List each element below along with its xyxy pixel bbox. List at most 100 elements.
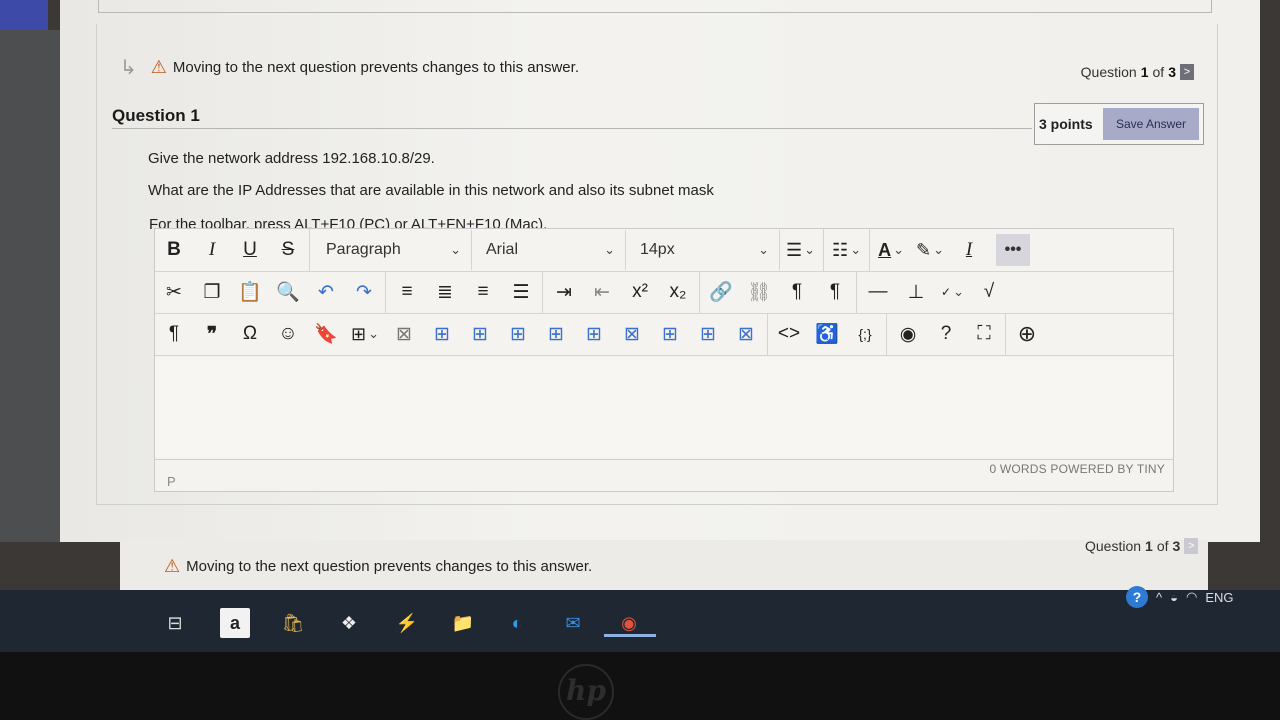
blockquote-icon[interactable]: ❞ <box>193 316 231 352</box>
bold-button[interactable]: B <box>155 232 193 268</box>
font-size-select[interactable]: 14px ⌄ <box>626 230 780 270</box>
table-merge-cells-icon[interactable]: ⊞ <box>651 316 689 352</box>
toolbar-row-2: ✂ ❐ 📋 🔍 ↶ ↷ ≡ ≣ ≡ ☰ ⇥ ⇤ x² x₂ 🔗 ⛓ ¶ ¶ — … <box>155 271 1173 314</box>
underline-button[interactable]: U <box>231 232 269 268</box>
language-indicator[interactable]: ENG <box>1205 590 1233 605</box>
store-icon[interactable]: 🛍 <box>278 608 308 638</box>
chevron-down-icon: ⌄ <box>368 326 379 341</box>
rtl-direction-icon[interactable]: ¶ <box>816 274 854 310</box>
spellcheck-icon: ✓ <box>941 285 952 299</box>
table-split-cell-icon[interactable]: ⊞ <box>689 316 727 352</box>
highlight-color-button[interactable]: ✎ ⌄ <box>910 240 950 261</box>
table-row-after-icon[interactable]: ⊞ <box>461 316 499 352</box>
question-counter-prefix: Question <box>1080 64 1137 80</box>
editor-content-area[interactable] <box>155 357 1173 457</box>
table-delete-row-icon[interactable]: ⊞ <box>499 316 537 352</box>
cut-icon[interactable]: ✂ <box>155 274 193 310</box>
link-icon[interactable]: 🔗 <box>702 274 740 310</box>
help-icon[interactable]: ? <box>927 316 965 352</box>
wifi-icon[interactable]: ◠ <box>1186 589 1197 605</box>
browser-side-margin <box>0 30 60 542</box>
next-question-button[interactable]: > <box>1180 64 1194 80</box>
numbered-list-button[interactable]: ☷ ⌄ <box>826 240 867 261</box>
toolbar-separator <box>823 229 825 271</box>
edge-browser-icon[interactable]: ◐ <box>502 608 532 638</box>
italic-button[interactable]: I <box>193 232 231 268</box>
table-row-before-icon[interactable]: ⊞ <box>423 316 461 352</box>
spellcheck-button[interactable]: ✓ ⌄ <box>935 284 970 300</box>
power-automate-icon[interactable]: ⚡ <box>392 608 422 638</box>
element-path[interactable]: P <box>167 474 176 489</box>
chevron-down-icon: ⌄ <box>604 242 615 257</box>
mail-icon[interactable]: ✉ <box>558 608 588 638</box>
font-family-select[interactable]: Arial ⌄ <box>472 230 626 270</box>
amazon-app-icon[interactable]: a <box>220 608 250 638</box>
add-content-icon[interactable]: ⊕ <box>1008 316 1046 352</box>
redo-icon[interactable]: ↷ <box>345 274 383 310</box>
horizontal-rule-icon[interactable]: — <box>859 274 897 310</box>
dropbox-icon[interactable]: ❖ <box>334 608 364 638</box>
table-cell-props-icon[interactable]: ⊠ <box>727 316 765 352</box>
align-justify-icon[interactable]: ☰ <box>502 274 540 310</box>
align-left-icon[interactable]: ≡ <box>388 274 426 310</box>
subscript-icon[interactable]: x₂ <box>659 274 697 310</box>
help-tray-icon[interactable]: ? <box>1126 586 1148 608</box>
copy-icon[interactable]: ❐ <box>193 274 231 310</box>
table-col-before-icon[interactable]: ⊞ <box>537 316 575 352</box>
source-code-icon[interactable]: <> <box>770 316 808 352</box>
question-counter-prefix: Question <box>1085 538 1142 554</box>
show-blocks-icon[interactable]: ¶ <box>155 316 193 352</box>
preview-eye-icon[interactable]: ◉ <box>889 316 927 352</box>
toolbar-separator <box>699 271 700 313</box>
indent-icon[interactable]: ⇥ <box>545 274 583 310</box>
strikethrough-button[interactable]: S <box>269 232 307 268</box>
question-counter-total: 3 <box>1172 538 1181 554</box>
table-button[interactable]: ⊞ ⌄ <box>345 324 385 345</box>
fullscreen-icon[interactable]: ⛶ <box>965 316 1003 352</box>
save-answer-button[interactable]: Save Answer <box>1103 108 1199 140</box>
bullet-list-button[interactable]: ☰ ⌄ <box>780 240 821 261</box>
previous-panel-frame <box>98 0 1212 13</box>
table-col-after-icon[interactable]: ⊞ <box>575 316 613 352</box>
math-equation-icon[interactable]: √ <box>970 274 1008 310</box>
undo-icon[interactable]: ↶ <box>307 274 345 310</box>
task-view-icon[interactable]: ⊟ <box>160 608 190 638</box>
text-color-button[interactable]: A ⌄ <box>872 240 910 261</box>
toolbar-separator <box>542 271 543 313</box>
outdent-icon[interactable]: ⇤ <box>583 274 621 310</box>
clear-formatting-button[interactable]: I <box>950 232 988 268</box>
toolbar-separator <box>767 313 768 355</box>
question-counter-of: of <box>1152 64 1165 80</box>
toolbar-separator <box>886 313 887 355</box>
question-counter-current: 1 <box>1140 64 1149 80</box>
insert-anchor-icon[interactable]: ⊥ <box>897 274 935 310</box>
chevron-up-icon[interactable]: ^ <box>1156 590 1162 605</box>
editor-statusbar: P 0 WORDS POWERED BY TINY <box>155 459 1173 490</box>
superscript-icon[interactable]: x² <box>621 274 659 310</box>
question-counter-total: 3 <box>1168 64 1176 80</box>
emoji-icon[interactable]: ☺ <box>269 316 307 352</box>
warning-row-top: ↳ ⚠ Moving to the next question prevents… <box>120 52 579 82</box>
more-tools-button[interactable]: ••• <box>996 234 1030 266</box>
chevron-down-icon: ⌄ <box>450 242 461 257</box>
block-format-value: Paragraph <box>326 241 401 258</box>
network-tray-icon[interactable]: ◒ <box>1170 590 1178 605</box>
code-sample-icon[interactable]: {;} <box>846 316 884 352</box>
block-format-select[interactable]: Paragraph ⌄ <box>312 230 472 270</box>
search-icon[interactable]: 🔍 <box>269 274 307 310</box>
next-question-button[interactable]: > <box>1184 538 1199 554</box>
ltr-direction-icon[interactable]: ¶ <box>778 274 816 310</box>
bookmark-icon[interactable]: 🔖 <box>307 316 345 352</box>
accessibility-icon[interactable]: ♿ <box>808 316 846 352</box>
paste-icon[interactable]: 📋 <box>231 274 269 310</box>
file-explorer-icon[interactable]: 📁 <box>448 608 478 638</box>
delete-table-icon[interactable]: ⊠ <box>385 316 423 352</box>
unlink-icon[interactable]: ⛓ <box>740 274 778 310</box>
points-label: 3 points <box>1039 116 1093 132</box>
table-delete-col-icon[interactable]: ⊠ <box>613 316 651 352</box>
align-right-icon[interactable]: ≡ <box>464 274 502 310</box>
align-center-icon[interactable]: ≣ <box>426 274 464 310</box>
special-character-icon[interactable]: Ω <box>231 316 269 352</box>
question-title: Question 1 <box>112 106 200 125</box>
question-counter-top: Question 1 of 3 > <box>1081 64 1194 80</box>
